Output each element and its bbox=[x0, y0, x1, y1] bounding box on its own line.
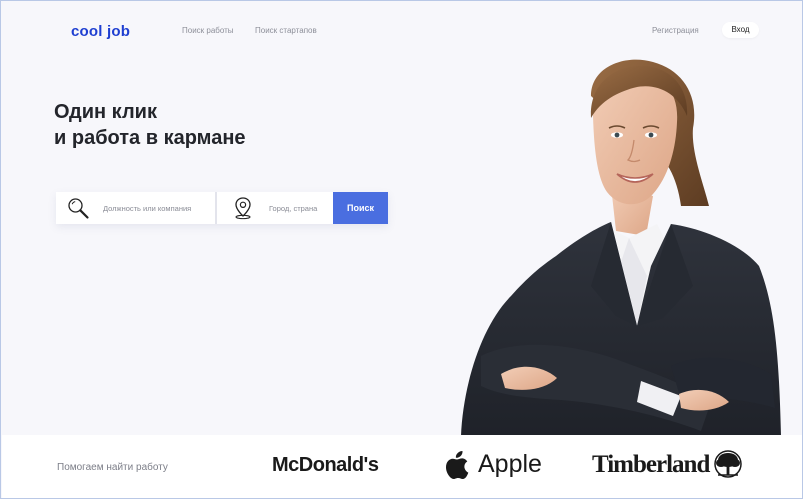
mcdonalds-logo: McDonald's bbox=[272, 454, 379, 476]
partners-label: Помогаем найти работу bbox=[57, 462, 168, 473]
apple-logo: Apple bbox=[443, 448, 542, 480]
job-search-placeholder: Должность или компания bbox=[103, 203, 192, 213]
timberland-wordmark: Timberland bbox=[592, 451, 710, 478]
nav-startup-search[interactable]: Поиск стартапов bbox=[255, 26, 317, 35]
timberland-logo: Timberland bbox=[592, 450, 744, 480]
partners-strip: Помогаем найти работу McDonald's Apple T… bbox=[2, 435, 802, 498]
businesswoman-image bbox=[461, 59, 781, 436]
city-search-placeholder: Город, страна bbox=[269, 203, 318, 213]
nav-job-search[interactable]: Поиск работы bbox=[182, 26, 234, 35]
job-search-field[interactable]: Должность или компания bbox=[56, 192, 215, 224]
hero-title: Один клик и работа в кармане bbox=[54, 99, 246, 151]
apple-wordmark: Apple bbox=[478, 449, 542, 478]
hero-title-line-2: и работа в кармане bbox=[54, 127, 246, 149]
city-search-field[interactable]: Город, страна bbox=[217, 192, 333, 224]
search-icon bbox=[66, 196, 90, 220]
register-link[interactable]: Регистрация bbox=[652, 26, 699, 35]
tree-icon bbox=[714, 450, 743, 478]
search-bar: Должность или компания Город, страна Пои… bbox=[56, 192, 388, 224]
hero-title-line-1: Один клик bbox=[54, 101, 157, 123]
search-button[interactable]: Поиск bbox=[333, 192, 388, 224]
logo[interactable]: cool job bbox=[71, 23, 130, 40]
apple-icon bbox=[446, 451, 469, 479]
page: cool job Поиск работы Поиск стартапов Ре… bbox=[0, 0, 803, 499]
location-pin-icon bbox=[231, 196, 255, 220]
login-button[interactable]: Вход bbox=[722, 22, 759, 38]
